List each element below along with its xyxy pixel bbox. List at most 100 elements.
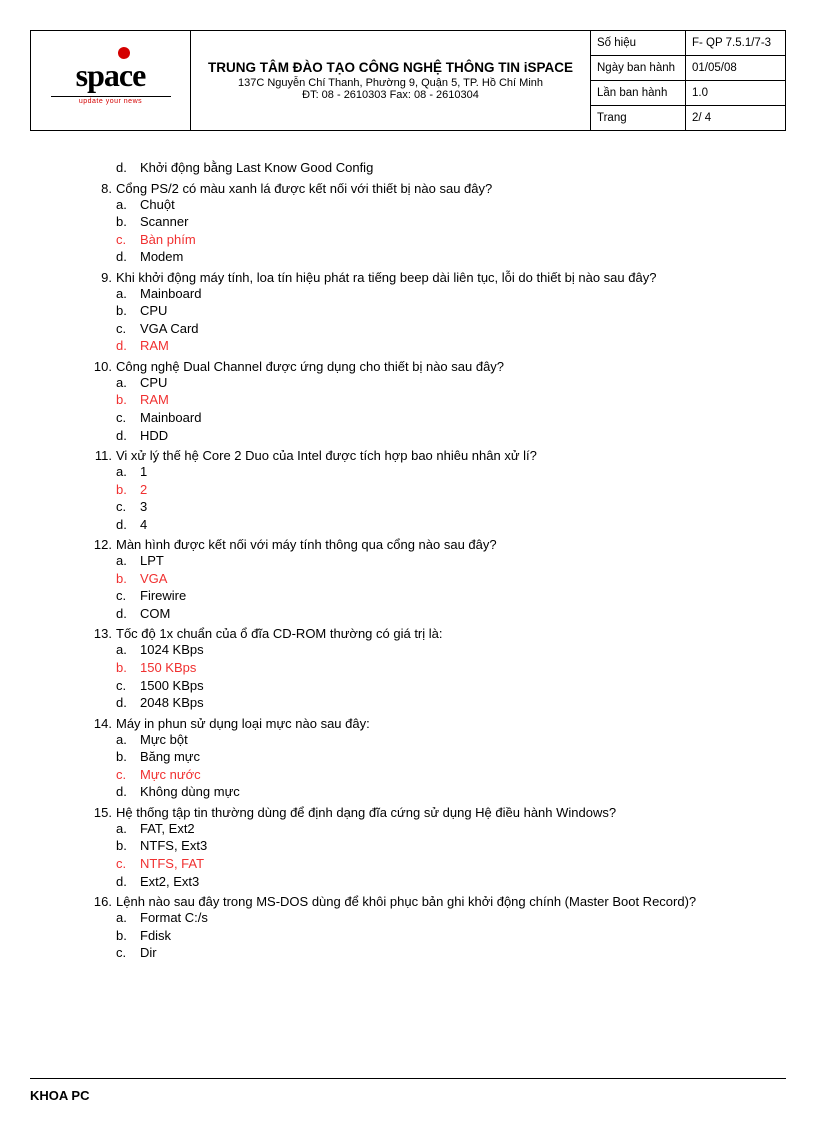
question-text: Màn hình được kết nối với máy tính thông… [116,537,756,552]
meta-label: Trang [591,106,686,131]
logo-dot-icon [118,47,130,59]
question-text: Khi khởi động máy tính, loa tín hiệu phá… [116,270,756,285]
question-number: 13. [90,626,116,641]
content-area: d. Khởi động bằng Last Know Good Config … [30,159,786,962]
answer-option: a.FAT, Ext2 [116,820,756,838]
option-text: NTFS, FAT [140,855,756,873]
option-letter: a. [116,374,140,392]
option-text: Mainboard [140,409,756,427]
org-info-cell: TRUNG TÂM ĐÀO TẠO CÔNG NGHỆ THÔNG TIN iS… [191,31,591,131]
question-text: Tốc độ 1x chuẩn của ổ đĩa CD-ROM thường … [116,626,756,641]
answer-option: b.150 KBps [116,659,756,677]
footer-text: KHOA PC [30,1088,89,1103]
option-text: HDD [140,427,756,445]
option-text: 1024 KBps [140,641,756,659]
option-text: 150 KBps [140,659,756,677]
option-text: Ext2, Ext3 [140,873,756,891]
meta-label: Ngày ban hành [591,56,686,81]
option-text: 3 [140,498,756,516]
answer-option: c.3 [116,498,756,516]
option-text: Format C:/s [140,909,756,927]
question: 16.Lệnh nào sau đây trong MS-DOS dùng để… [90,894,756,962]
option-letter: d. [116,605,140,623]
option-text: 1 [140,463,756,481]
answer-option: c.NTFS, FAT [116,855,756,873]
option-text: Khởi động bằng Last Know Good Config [140,159,756,177]
question: 15.Hệ thống tập tin thường dùng để định … [90,805,756,890]
question: 12.Màn hình được kết nối với máy tính th… [90,537,756,622]
option-letter: b. [116,659,140,677]
answer-option: a.Mực bột [116,731,756,749]
option-text: 2048 KBps [140,694,756,712]
option-letter: b. [116,302,140,320]
option-text: LPT [140,552,756,570]
option-letter: a. [116,552,140,570]
answer-option: c.Firewire [116,587,756,605]
option-letter: d. [116,516,140,534]
option-letter: a. [116,196,140,214]
answer-option: d.4 [116,516,756,534]
answer-option: b.RAM [116,391,756,409]
meta-value: 1.0 [686,81,786,106]
answer-option: b.Scanner [116,213,756,231]
question-text: Công nghệ Dual Channel được ứng dụng cho… [116,359,756,374]
option-text: 1500 KBps [140,677,756,695]
option-letter: a. [116,641,140,659]
option-text: RAM [140,391,756,409]
question-number: 12. [90,537,116,552]
question: 14.Máy in phun sử dụng loại mực nào sau … [90,716,756,801]
answer-option: a.1 [116,463,756,481]
option-text: Chuột [140,196,756,214]
question-text: Cổng PS/2 có màu xanh lá được kết nối vớ… [116,181,756,196]
answer-option: c.Bàn phím [116,231,756,249]
answer-option: b.NTFS, Ext3 [116,837,756,855]
logo: space update your news [37,57,184,105]
option-letter: c. [116,855,140,873]
option-text: Băng mực [140,748,756,766]
org-address: 137C Nguyễn Chí Thanh, Phường 9, Quận 5,… [197,77,584,89]
answer-option: b.2 [116,481,756,499]
option-letter: d. [116,873,140,891]
option-text: Dir [140,944,756,962]
logo-subtitle: update your news [79,98,142,105]
option-text: Mainboard [140,285,756,303]
answer-option: a.CPU [116,374,756,392]
option-letter: d. [116,337,140,355]
answer-option: c.VGA Card [116,320,756,338]
answer-option: a.Chuột [116,196,756,214]
answer-option: d.RAM [116,337,756,355]
option-text: Modem [140,248,756,266]
option-text: Scanner [140,213,756,231]
question-text: Vi xử lý thế hệ Core 2 Duo của Intel đượ… [116,448,756,463]
question-number: 8. [90,181,116,196]
option-letter: a. [116,463,140,481]
option-letter: c. [116,231,140,249]
option-letter: c. [116,944,140,962]
logo-cell: space update your news [31,31,191,131]
option-text: Mực bột [140,731,756,749]
option-text: VGA Card [140,320,756,338]
answer-option: a.LPT [116,552,756,570]
option-letter: b. [116,481,140,499]
answer-option: a.Format C:/s [116,909,756,927]
option-text: VGA [140,570,756,588]
org-title: TRUNG TÂM ĐÀO TẠO CÔNG NGHỆ THÔNG TIN iS… [197,60,584,75]
answer-option: d.COM [116,605,756,623]
option-text: CPU [140,302,756,320]
meta-value: 2/ 4 [686,106,786,131]
option-letter: a. [116,731,140,749]
question-number: 10. [90,359,116,374]
meta-value: 01/05/08 [686,56,786,81]
answer-option: a.1024 KBps [116,641,756,659]
answer-option: d.Modem [116,248,756,266]
footer-divider [30,1078,786,1079]
question-number: 9. [90,270,116,285]
question-text: Lệnh nào sau đây trong MS-DOS dùng để kh… [116,894,756,909]
option-letter: a. [116,820,140,838]
option-letter: b. [116,570,140,588]
option-letter: d. [116,783,140,801]
answer-option: c.Mực nước [116,766,756,784]
question-text: Máy in phun sử dụng loại mực nào sau đây… [116,716,756,731]
option-letter: d. [116,159,140,177]
option-letter: c. [116,409,140,427]
